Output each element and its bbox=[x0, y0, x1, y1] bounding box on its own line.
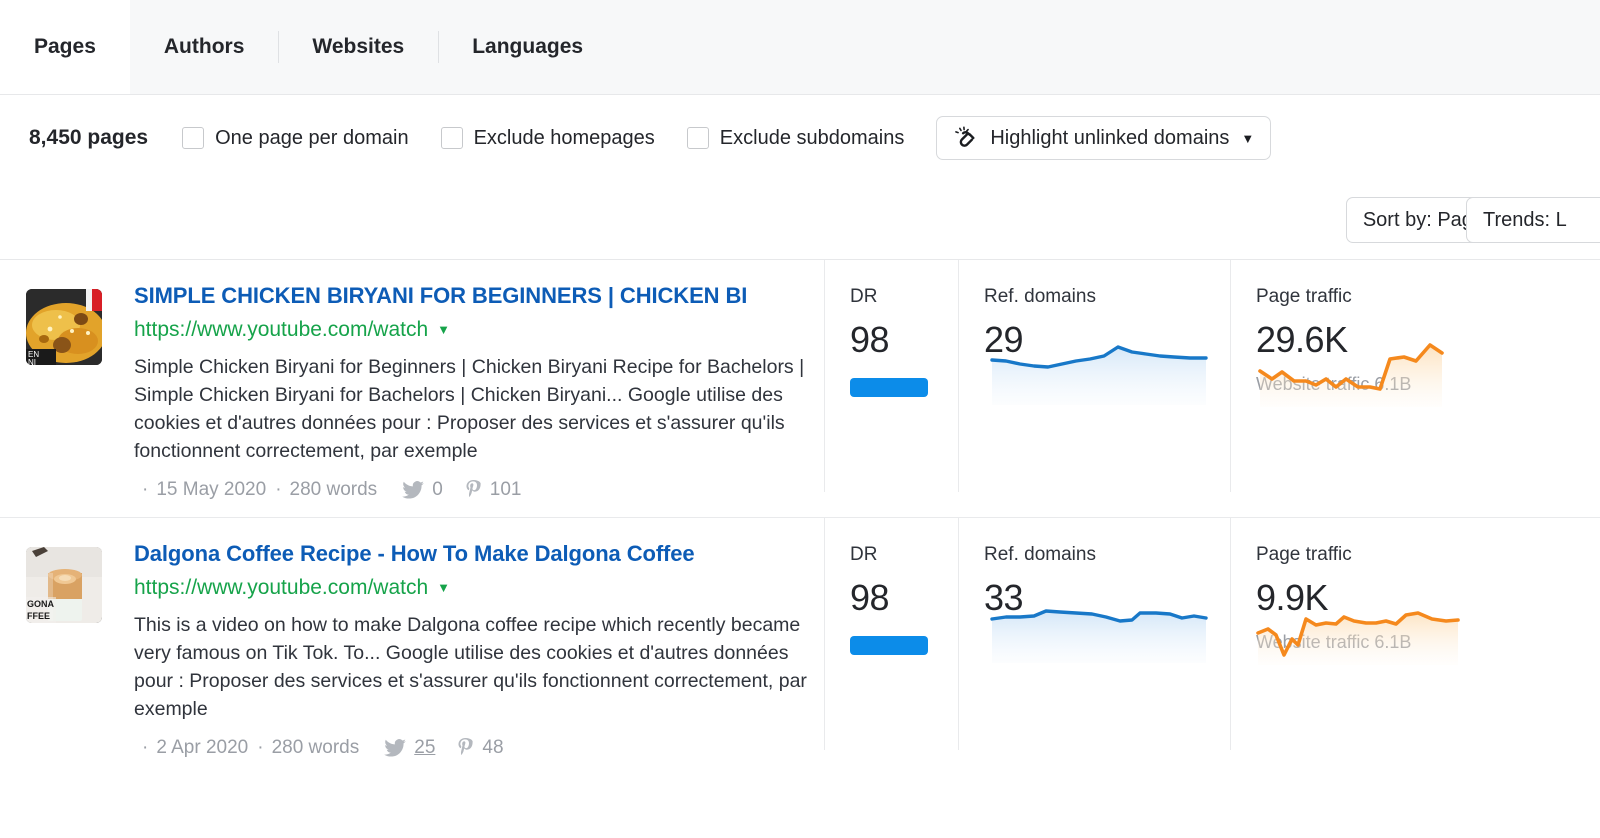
result-word-count: 280 words bbox=[290, 479, 378, 501]
pages-count: 8,450 pages bbox=[29, 126, 148, 150]
checkbox-exclude-subdomains[interactable]: Exclude subdomains bbox=[687, 127, 905, 150]
tab-pages-label: Pages bbox=[34, 35, 96, 59]
svg-text:FFEE: FFEE bbox=[27, 611, 50, 621]
result-info: Dalgona Coffee Recipe - How To Make Dalg… bbox=[104, 540, 824, 759]
chicken-biryani-thumbnail[interactable]: EN NI bbox=[26, 289, 102, 365]
meta-bullet: · bbox=[257, 737, 263, 759]
metric-dr-value: 98 bbox=[850, 318, 958, 362]
result-meta: · 15 May 2020 · 280 words 0 101 bbox=[134, 479, 824, 501]
result-date: 15 May 2020 bbox=[156, 479, 266, 501]
checkbox-one-page-per-domain[interactable]: One page per domain bbox=[182, 127, 408, 150]
twitter-shares: 25 bbox=[384, 737, 435, 759]
metric-dr-label: DR bbox=[850, 544, 958, 566]
tab-languages-label: Languages bbox=[472, 35, 583, 59]
twitter-shares: 0 bbox=[402, 479, 443, 501]
svg-text:NI: NI bbox=[28, 358, 36, 365]
pinterest-icon bbox=[465, 480, 482, 500]
sort-toolbar: Sort by: Page traffic ▼ Trends: L bbox=[0, 181, 1600, 259]
pinterest-shares: 101 bbox=[465, 479, 522, 501]
highlight-unlinked-domains-dropdown[interactable]: Highlight unlinked domains ▼ bbox=[936, 116, 1271, 160]
tab-websites-label: Websites bbox=[312, 35, 404, 59]
dr-strength-bar bbox=[850, 636, 928, 655]
result-url-row: https://www.youtube.com/watch ▼ bbox=[134, 575, 824, 601]
broken-link-icon bbox=[953, 126, 978, 150]
result-date: 2 Apr 2020 bbox=[156, 737, 248, 759]
svg-text:GONA: GONA bbox=[27, 599, 55, 609]
ref-domains-sparkline bbox=[980, 327, 1218, 405]
metric-dr: DR 98 bbox=[824, 286, 958, 397]
result-title-link[interactable]: SIMPLE CHICKEN BIRYANI FOR BEGINNERS | C… bbox=[134, 282, 824, 310]
pinterest-shares: 48 bbox=[457, 737, 503, 759]
metric-page-traffic-label: Page traffic bbox=[1256, 286, 1520, 308]
tab-languages[interactable]: Languages bbox=[438, 0, 617, 94]
results-list: EN NI SIMPLE CHICKEN BIRYANI FOR BEGINNE… bbox=[0, 259, 1600, 776]
tab-websites[interactable]: Websites bbox=[278, 0, 438, 94]
thumbnail-container: EN NI bbox=[0, 282, 104, 365]
result-word-count: 280 words bbox=[272, 737, 360, 759]
chevron-down-icon: ▼ bbox=[1241, 132, 1254, 145]
result-url-link[interactable]: https://www.youtube.com/watch bbox=[134, 575, 428, 601]
metrics-group: DR 98 Ref. domains 29 bbox=[824, 282, 1520, 397]
meta-bullet: · bbox=[142, 479, 148, 501]
tab-pages[interactable]: Pages bbox=[0, 0, 130, 94]
thumbnail-container: GONA FFEE bbox=[0, 540, 104, 623]
checkbox-exclude-homepages[interactable]: Exclude homepages bbox=[441, 127, 655, 150]
page-traffic-sparkline bbox=[1252, 329, 1482, 407]
pinterest-count: 101 bbox=[490, 479, 522, 501]
checkbox-exclude-subdomains-label: Exclude subdomains bbox=[720, 127, 905, 150]
metric-page-traffic: Page traffic 29.6K Website traffic 6.1B bbox=[1230, 286, 1520, 397]
highlight-unlinked-domains-label: Highlight unlinked domains bbox=[990, 127, 1229, 150]
tab-bar: Pages Authors Websites Languages bbox=[0, 0, 1600, 95]
chevron-down-icon[interactable]: ▼ bbox=[437, 317, 450, 343]
ahrefs-content-explorer-page: Pages Authors Websites Languages 8,450 p… bbox=[0, 0, 1600, 838]
twitter-count[interactable]: 25 bbox=[414, 737, 435, 759]
dalgona-coffee-thumbnail[interactable]: GONA FFEE bbox=[26, 547, 102, 623]
metric-ref-domains: Ref. domains 29 bbox=[958, 286, 1230, 397]
checkbox-box-icon[interactable] bbox=[441, 127, 463, 149]
meta-bullet: · bbox=[275, 479, 281, 501]
twitter-icon bbox=[384, 739, 406, 757]
tab-authors-label: Authors bbox=[164, 35, 245, 59]
pinterest-count: 48 bbox=[482, 737, 503, 759]
result-snippet: This is a video on how to make Dalgona c… bbox=[134, 611, 824, 723]
tab-authors[interactable]: Authors bbox=[130, 0, 279, 94]
result-snippet: Simple Chicken Biryani for Beginners | C… bbox=[134, 353, 824, 465]
metric-dr-label: DR bbox=[850, 286, 958, 308]
filter-bar: 8,450 pages One page per domain Exclude … bbox=[0, 95, 1600, 181]
result-info: SIMPLE CHICKEN BIRYANI FOR BEGINNERS | C… bbox=[104, 282, 824, 501]
twitter-icon bbox=[402, 481, 424, 499]
result-url-link[interactable]: https://www.youtube.com/watch bbox=[134, 317, 428, 343]
metric-dr: DR 98 bbox=[824, 544, 958, 655]
metric-page-traffic-label: Page traffic bbox=[1256, 544, 1520, 566]
table-row: GONA FFEE Dalgona Coffee Recipe - How To… bbox=[0, 518, 1600, 776]
twitter-count: 0 bbox=[432, 479, 443, 501]
result-title-link[interactable]: Dalgona Coffee Recipe - How To Make Dalg… bbox=[134, 540, 824, 568]
checkbox-one-page-per-domain-label: One page per domain bbox=[215, 127, 408, 150]
chevron-down-icon[interactable]: ▼ bbox=[437, 575, 450, 601]
metrics-group: DR 98 Ref. domains 33 bbox=[824, 540, 1520, 655]
table-row: EN NI SIMPLE CHICKEN BIRYANI FOR BEGINNE… bbox=[0, 260, 1600, 518]
metric-dr-value: 98 bbox=[850, 576, 958, 620]
checkbox-exclude-homepages-label: Exclude homepages bbox=[474, 127, 655, 150]
metric-ref-domains-label: Ref. domains bbox=[984, 544, 1230, 566]
meta-bullet: · bbox=[142, 737, 148, 759]
ref-domains-sparkline bbox=[980, 585, 1218, 663]
trends-label: Trends: L bbox=[1483, 209, 1567, 232]
result-url-row: https://www.youtube.com/watch ▼ bbox=[134, 317, 824, 343]
metric-ref-domains-label: Ref. domains bbox=[984, 286, 1230, 308]
checkbox-box-icon[interactable] bbox=[182, 127, 204, 149]
trends-dropdown[interactable]: Trends: L bbox=[1466, 197, 1600, 243]
result-meta: · 2 Apr 2020 · 280 words 25 48 bbox=[134, 737, 824, 759]
metric-ref-domains: Ref. domains 33 bbox=[958, 544, 1230, 655]
pinterest-icon bbox=[457, 738, 474, 758]
page-traffic-sparkline bbox=[1252, 587, 1482, 665]
metric-page-traffic: Page traffic 9.9K Website traffic 6.1B bbox=[1230, 544, 1520, 655]
checkbox-box-icon[interactable] bbox=[687, 127, 709, 149]
dr-strength-bar bbox=[850, 378, 928, 397]
